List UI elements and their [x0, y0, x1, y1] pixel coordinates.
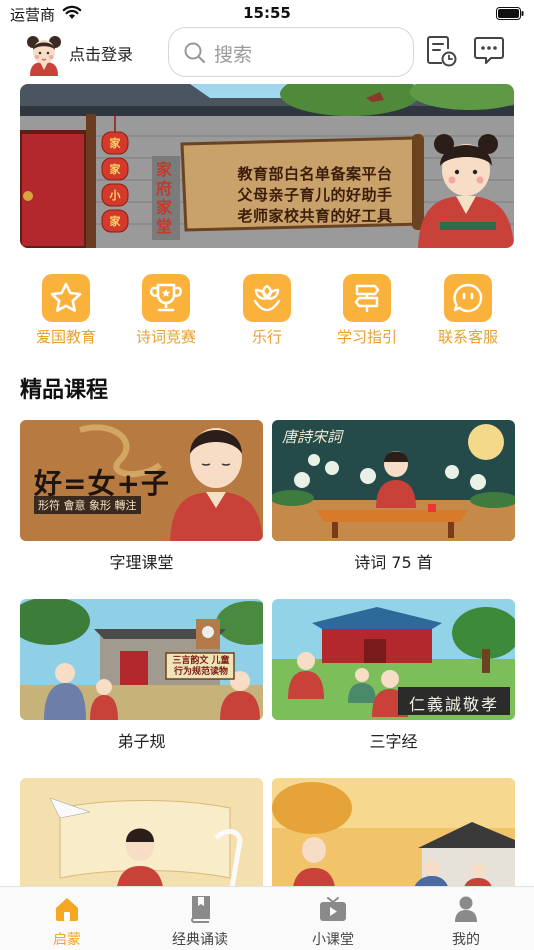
star-icon: [50, 282, 82, 312]
category-icon-box: [444, 274, 492, 322]
course-thumb-caption: 三言韵文 儿童行为规范读物: [172, 656, 230, 677]
banner-lantern-char: 小: [109, 189, 121, 202]
course-title: 三字经: [369, 732, 418, 751]
signpost-icon: [354, 284, 380, 313]
course-thumbnail: [20, 778, 263, 899]
category-icon-box: [243, 274, 291, 322]
tab-mine[interactable]: 我的: [411, 895, 521, 949]
course-card[interactable]: 三言韵文 儿童行为规范读物 弟子规: [20, 599, 263, 752]
book-icon: [191, 896, 210, 923]
banner-lantern-char: 家: [109, 215, 121, 228]
category-label: 学习指引: [336, 328, 397, 346]
message-icon[interactable]: [472, 35, 506, 67]
tab-label: 小课堂: [312, 932, 354, 948]
tv-icon: [320, 897, 346, 921]
course-title: 弟子规: [117, 732, 166, 751]
tab-label: 启蒙: [53, 932, 81, 948]
category-label: 乐行: [251, 328, 282, 346]
category-study-guide[interactable]: 学习指引: [317, 274, 417, 347]
section-title: 精品课程: [20, 378, 109, 403]
course-card[interactable]: [20, 778, 263, 899]
banner-lantern-char: 家: [109, 137, 121, 150]
status-bar: 运营商 15:55: [0, 0, 534, 28]
search-input[interactable]: 搜索: [168, 27, 414, 77]
course-title: 字理课堂: [109, 553, 174, 572]
battery-icon: [496, 7, 524, 20]
category-customer-service[interactable]: 联系客服: [418, 274, 518, 347]
category-icon-box: [42, 274, 90, 322]
chat-smile-icon: [453, 283, 483, 313]
category-icon-box: [343, 274, 391, 322]
course-thumb-caption: 仁義誠敬孝: [408, 695, 499, 714]
category-label: 诗词竞赛: [135, 328, 196, 346]
category-label: 爱国教育: [35, 328, 96, 346]
banner-sign-text: 家府家堂: [156, 160, 173, 236]
course-thumb-subcaption: 形符 會意 象形 轉注: [34, 496, 141, 514]
tab-mini-class[interactable]: 小课堂: [278, 895, 388, 949]
search-placeholder: 搜索: [214, 44, 253, 66]
banner-headline-2: 父母亲子育儿的好助手: [237, 186, 393, 204]
promo-banner[interactable]: 家 家 小 家 家府家堂 教育部白名单备案平台 父母亲子育儿的好助手 老师家校共…: [20, 84, 514, 248]
home-icon: [56, 898, 78, 921]
category-patriotic-education[interactable]: 爱国教育: [16, 274, 116, 347]
category-label: 联系客服: [437, 328, 498, 346]
course-card[interactable]: 仁義誠敬孝 三字经: [272, 599, 515, 752]
header: 点击登录 搜索: [0, 26, 534, 80]
avatar[interactable]: [24, 32, 64, 76]
status-clock: 15:55: [243, 4, 291, 22]
course-thumbnail: [272, 778, 515, 899]
course-thumb-caption: 唐詩宋詞: [282, 428, 343, 446]
flower-icon: [253, 284, 281, 312]
category-poetry-contest[interactable]: 诗词竞赛: [116, 274, 216, 347]
tab-bar: 启蒙 经典诵读 小课堂 我的: [0, 886, 534, 950]
course-thumbnail: 三言韵文 儿童行为规范读物: [20, 599, 263, 720]
banner-headline-1: 教育部白名单备案平台: [237, 165, 393, 183]
history-icon[interactable]: [424, 34, 458, 68]
course-thumbnail: 仁義誠敬孝: [272, 599, 515, 720]
tab-qimeng[interactable]: 启蒙: [12, 895, 122, 949]
trophy-icon: [150, 283, 182, 312]
tab-classic-reading[interactable]: 经典诵读: [145, 895, 255, 949]
login-label[interactable]: 点击登录: [69, 41, 133, 65]
tab-label: 我的: [452, 932, 480, 948]
category-yuexing[interactable]: 乐行: [217, 274, 317, 347]
course-card[interactable]: 唐詩宋詞 诗词 75 首: [272, 420, 515, 573]
course-thumbnail: 好=女+子 形符 會意 象形 轉注: [20, 420, 263, 541]
course-thumbnail: 唐詩宋詞: [272, 420, 515, 541]
search-icon: [184, 42, 206, 64]
banner-headline-3: 老师家校共育的好工具: [237, 207, 393, 225]
banner-lantern-char: 家: [109, 163, 121, 176]
course-card[interactable]: [272, 778, 515, 899]
tab-label: 经典诵读: [172, 932, 228, 948]
category-icon-box: [142, 274, 190, 322]
person-icon: [455, 896, 477, 922]
course-card[interactable]: 好=女+子 形符 會意 象形 轉注 字理课堂: [20, 420, 263, 573]
course-title: 诗词 75 首: [354, 553, 433, 572]
